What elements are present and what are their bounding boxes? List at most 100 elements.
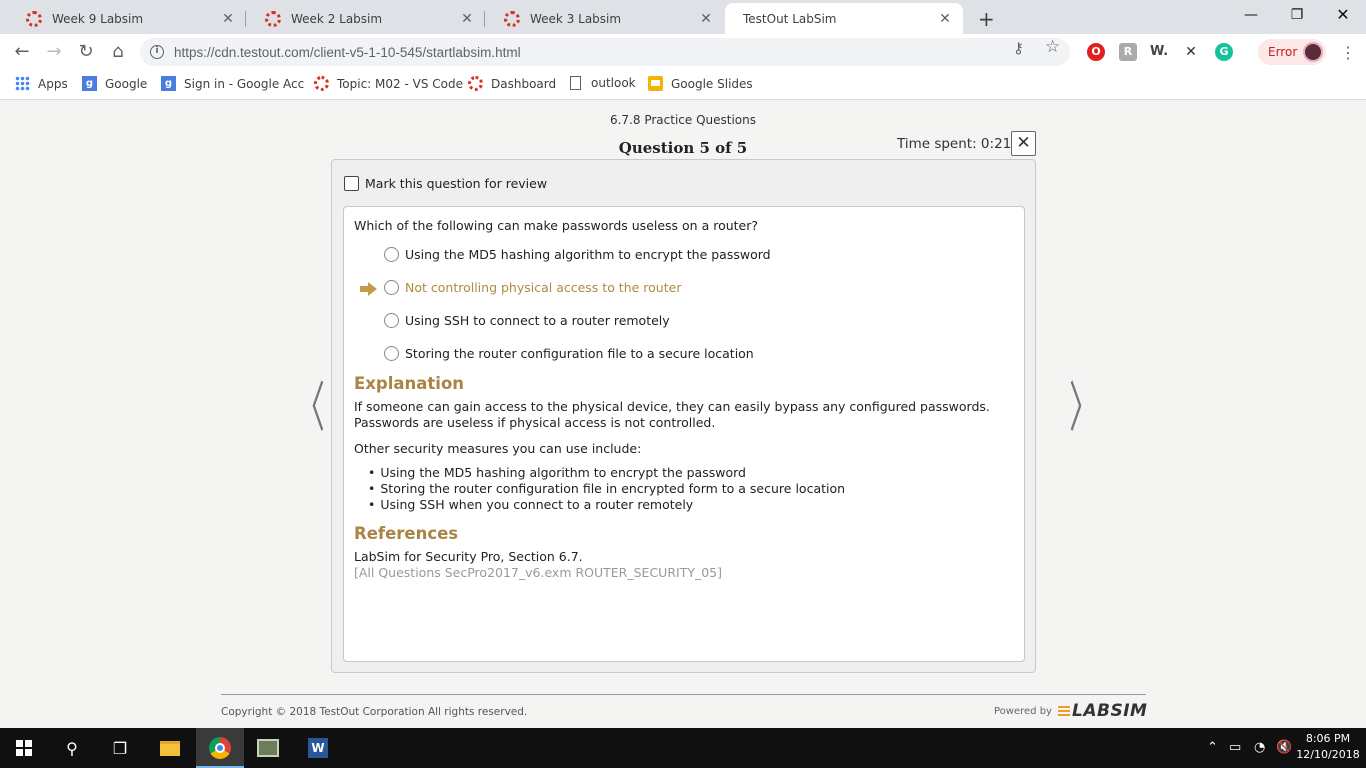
bookmark-label: Google — [105, 76, 148, 91]
tab-separator — [245, 11, 246, 27]
bookmark-label: Google Slides — [671, 76, 753, 91]
copyright: Copyright © 2018 TestOut Corporation All… — [221, 706, 528, 718]
answer-radio[interactable] — [384, 346, 399, 361]
labsim-favicon-icon — [504, 10, 520, 27]
restore-icon[interactable]: ❐ — [1274, 4, 1320, 26]
correct-answer-arrow-icon — [360, 282, 378, 296]
tab-close-icon[interactable]: ✕ — [698, 11, 714, 27]
answer-text: Not controlling physical access to the r… — [405, 280, 682, 295]
forward-arrow-icon[interactable]: → — [42, 40, 66, 64]
section-title: 6.7.8 Practice Questions — [609, 113, 756, 127]
system-clock[interactable]: 8:06 PM 12/10/2018 — [1296, 731, 1360, 763]
slides-icon — [648, 76, 663, 91]
minimize-icon[interactable]: — — [1228, 4, 1274, 26]
question-panel: Mark this question for review Which of t… — [331, 159, 1036, 673]
tab-close-icon[interactable]: ✕ — [937, 11, 953, 27]
x-extension-icon[interactable]: ✕ — [1182, 43, 1200, 61]
labsim-favicon-icon — [26, 10, 42, 27]
tab-close-icon[interactable]: ✕ — [220, 11, 236, 27]
opera-extension-icon[interactable]: O — [1087, 43, 1105, 61]
tray-chevron-icon[interactable]: ⌃ — [1207, 740, 1218, 755]
tab-testout-labsim[interactable]: TestOut LabSim ✕ — [725, 3, 963, 118]
tab-separator — [484, 11, 485, 27]
bookmark-dashboard[interactable]: Dashboard — [468, 76, 556, 91]
bookmark-google-slides[interactable]: Google Slides — [648, 76, 753, 91]
logo-text: LABSIM — [1072, 701, 1148, 721]
explanation-paragraph: Other security measures you can use incl… — [354, 441, 642, 456]
r-extension-icon[interactable]: R — [1119, 43, 1137, 61]
site-info-icon[interactable]: i — [150, 45, 164, 59]
google-icon: g — [161, 76, 176, 91]
answer-text: Using the MD5 hashing algorithm to encry… — [405, 247, 771, 262]
browser-toolbar: ← → ↻ ⌂ i https://cdn.testout.com/client… — [0, 34, 1366, 70]
answer-option[interactable]: Storing the router configuration file to… — [384, 346, 754, 361]
word-icon[interactable]: W — [294, 728, 342, 768]
list-item: Using the MD5 hashing algorithm to encry… — [368, 465, 845, 481]
previous-question-chevron-icon[interactable]: 〈 — [295, 363, 325, 442]
canvas-icon — [468, 76, 483, 91]
page-icon — [570, 76, 581, 90]
bookmark-star-icon[interactable]: ☆ — [1045, 37, 1060, 57]
bookmark-topic[interactable]: Topic: M02 - VS Code — [314, 76, 463, 91]
answer-radio[interactable] — [384, 313, 399, 328]
w-extension-icon[interactable]: W. — [1150, 43, 1168, 61]
explanation-list: Using the MD5 hashing algorithm to encry… — [368, 465, 845, 513]
home-icon[interactable]: ⌂ — [106, 40, 130, 64]
bookmark-label: Dashboard — [491, 76, 557, 91]
url-path: /client-v5-1-10-545/startlabsim.html — [309, 44, 521, 60]
profile-error-button[interactable]: Error — [1258, 39, 1326, 65]
google-icon: g — [82, 76, 97, 91]
answer-option[interactable]: Using SSH to connect to a router remotel… — [384, 313, 670, 328]
clock-date: 12/10/2018 — [1296, 748, 1360, 761]
answer-text: Storing the router configuration file to… — [405, 346, 754, 361]
grammarly-icon[interactable]: G — [1215, 43, 1233, 61]
mark-for-review[interactable]: Mark this question for review — [344, 176, 547, 191]
answer-radio[interactable] — [384, 247, 399, 262]
tab-close-icon[interactable]: ✕ — [459, 11, 475, 27]
avatar — [1303, 42, 1324, 62]
search-icon[interactable]: ⚲ — [48, 728, 96, 768]
menu-dots-icon[interactable]: ⋮ — [1340, 43, 1356, 62]
reload-icon[interactable]: ↻ — [74, 40, 98, 64]
new-tab-plus-icon[interactable]: + — [978, 7, 995, 31]
labsim-favicon-icon — [265, 10, 281, 27]
labsim-logo: LABSIM — [1058, 701, 1147, 721]
bookmarks-bar: Apps g Google g Sign in - Google Acc Top… — [0, 70, 1366, 100]
browser-tab-strip: Week 9 Labsim ✕ Week 2 Labsim ✕ Week 3 L… — [0, 0, 1366, 118]
next-question-chevron-icon[interactable]: 〉 — [1069, 363, 1099, 442]
app-window-icon[interactable] — [244, 728, 292, 768]
bookmark-outlook[interactable]: outlook — [568, 76, 636, 90]
wifi-icon[interactable]: ◔ — [1254, 740, 1265, 755]
mark-review-checkbox[interactable] — [344, 176, 359, 191]
tab-week3[interactable]: Week 3 Labsim ✕ — [486, 3, 724, 34]
url-domain: https://cdn.testout.com — [174, 44, 310, 60]
bookmark-sign-in[interactable]: g Sign in - Google Acc — [161, 76, 304, 91]
back-arrow-icon[interactable]: ← — [10, 40, 34, 64]
task-view-icon[interactable]: ❐ — [96, 728, 144, 768]
bookmark-label: Apps — [38, 76, 68, 91]
windows-start-icon[interactable] — [0, 728, 48, 768]
answer-option[interactable]: Using the MD5 hashing algorithm to encry… — [384, 247, 771, 262]
time-spent: Time spent: 0:21 — [897, 136, 1012, 152]
answer-option-correct[interactable]: Not controlling physical access to the r… — [384, 280, 681, 295]
windows-taskbar: ⚲ ❐ W ⌃ ▭ ◔ 🔇 8:06 PM 12/10/2018 — [0, 728, 1366, 768]
answer-text: Using SSH to connect to a router remotel… — [405, 313, 670, 328]
window-close-icon[interactable]: ✕ — [1320, 4, 1366, 26]
chrome-icon[interactable] — [196, 728, 244, 768]
battery-icon[interactable]: ▭ — [1229, 740, 1241, 755]
key-icon[interactable]: ⚷ — [1013, 39, 1024, 57]
tab-week9[interactable]: Week 9 Labsim ✕ — [8, 3, 246, 34]
bookmark-apps[interactable]: Apps — [15, 76, 68, 91]
address-url: https://cdn.testout.com/client-v5-1-10-5… — [174, 45, 521, 60]
list-item: Storing the router configuration file in… — [368, 481, 845, 497]
references-heading: References — [354, 524, 459, 543]
bookmark-google[interactable]: g Google — [82, 76, 147, 91]
close-quiz-button[interactable]: ✕ — [1011, 131, 1036, 156]
file-explorer-icon[interactable] — [146, 728, 194, 768]
volume-muted-icon[interactable]: 🔇 — [1276, 740, 1292, 755]
answer-radio[interactable] — [384, 280, 399, 295]
error-label: Error — [1268, 45, 1298, 59]
tab-week2[interactable]: Week 2 Labsim ✕ — [247, 3, 485, 34]
address-bar[interactable]: i https://cdn.testout.com/client-v5-1-10… — [140, 38, 1070, 66]
tab-title: TestOut LabSim — [743, 11, 837, 26]
